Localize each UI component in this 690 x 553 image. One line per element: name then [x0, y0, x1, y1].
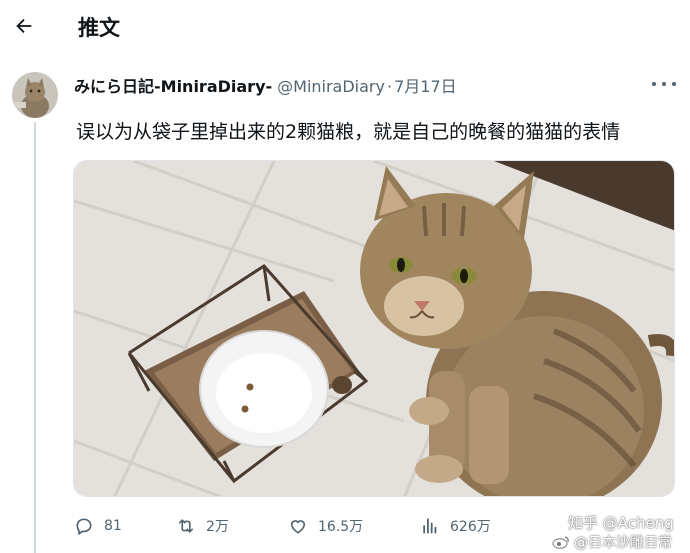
- avatar[interactable]: [12, 72, 58, 118]
- separator-dot: ·: [386, 77, 393, 96]
- reply-count: 81: [104, 518, 122, 534]
- tweet-media-image[interactable]: [73, 160, 675, 497]
- reply-icon: [76, 518, 92, 535]
- thread-line: [34, 122, 36, 553]
- cat-avatar-icon: [12, 72, 58, 118]
- tweet-text: 误以为从袋子里掉出来的2颗猫粮，就是自己的晚餐的猫猫的表情: [76, 121, 621, 143]
- post-date[interactable]: 7月17日: [394, 73, 457, 97]
- views-button[interactable]: 626万: [420, 512, 491, 540]
- watermark: 知乎 @Acheng @日本沙雕日常: [528, 512, 688, 552]
- like-button[interactable]: 16.5万: [288, 512, 363, 540]
- page-title: 推文: [78, 16, 120, 40]
- retweet-button[interactable]: 2万: [176, 512, 229, 540]
- back-button[interactable]: [12, 12, 36, 40]
- weibo-logo-icon: [552, 536, 569, 549]
- like-count: 16.5万: [318, 519, 364, 535]
- views-count: 626万: [450, 519, 491, 535]
- author-name[interactable]: みにら日記-MiniraDiary-: [74, 73, 272, 97]
- arrow-left-icon: [16, 18, 32, 34]
- views-icon: [423, 518, 437, 534]
- retweet-count: 2万: [206, 519, 229, 535]
- heart-icon: [290, 520, 306, 534]
- tweet-author-line: みにら日記-MiniraDiary- @MiniraDiary · 7月17日: [74, 73, 457, 97]
- author-handle[interactable]: @MiniraDiary: [277, 77, 385, 96]
- more-options-button[interactable]: [652, 76, 676, 92]
- cat-photo: [74, 161, 674, 496]
- reply-button[interactable]: 81: [74, 512, 122, 540]
- watermark-weibo-text: @日本沙雕日常: [574, 535, 672, 551]
- more-dots-icon: [652, 82, 656, 86]
- retweet-icon: [178, 519, 194, 533]
- top-bar: 推文: [0, 0, 690, 54]
- watermark-zhihu: 知乎 @Acheng: [568, 514, 674, 532]
- watermark-weibo: @日本沙雕日常: [552, 532, 672, 552]
